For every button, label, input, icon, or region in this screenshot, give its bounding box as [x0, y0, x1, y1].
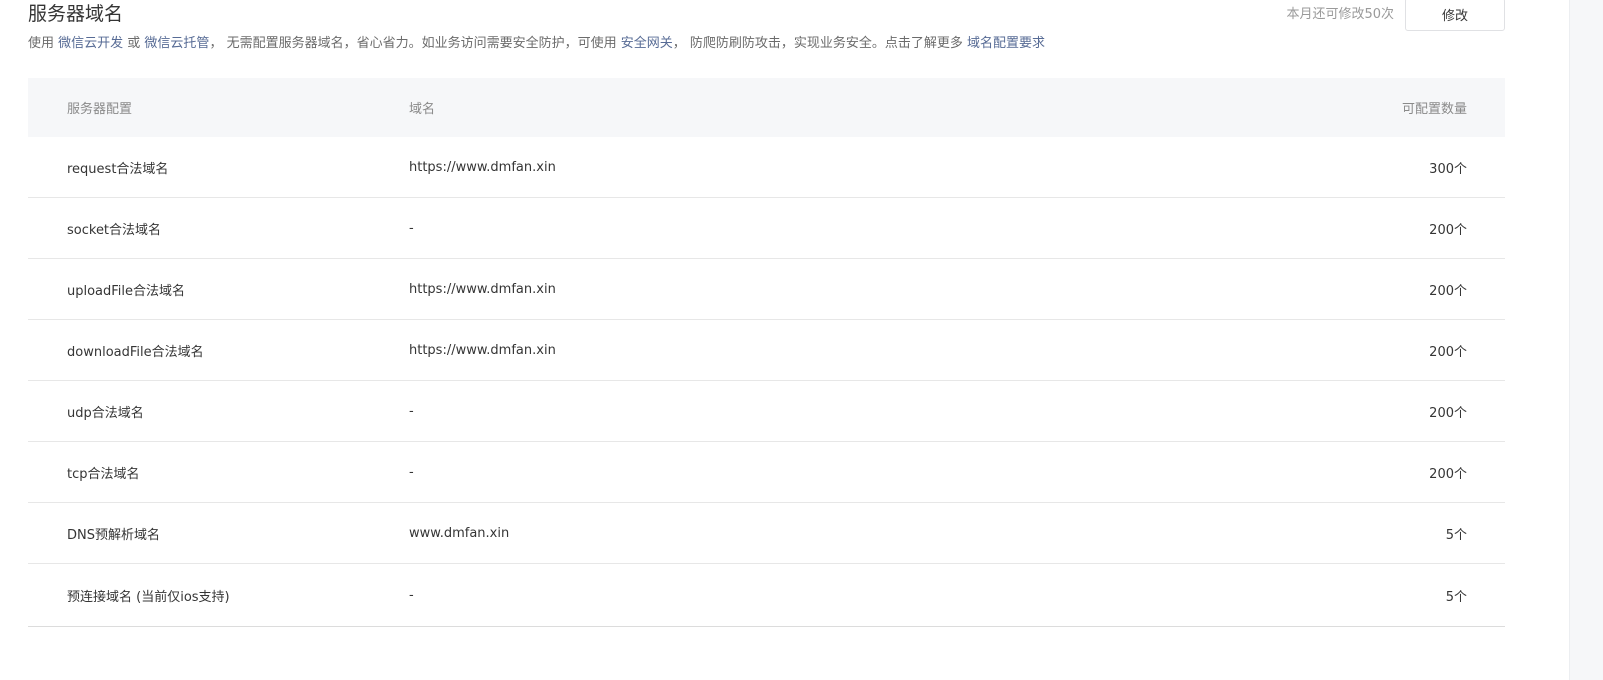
table-row: downloadFile合法域名 https://www.dmfan.xin 2…	[28, 320, 1505, 381]
row-domain-value: https://www.dmfan.xin	[409, 159, 556, 175]
server-domain-page: 服务器域名 本月还可修改50次 修改 使用 微信云开发 或 微信云托管， 无需配…	[0, 0, 1569, 680]
row-count-value: 5个	[1445, 527, 1467, 543]
table-row: DNS预解析域名 www.dmfan.xin 5个	[28, 503, 1505, 564]
row-domain-value: -	[409, 587, 414, 603]
row-domain-value: https://www.dmfan.xin	[409, 342, 556, 358]
security-gateway-link[interactable]: 安全网关	[621, 36, 673, 51]
row-count-value: 200个	[1429, 283, 1467, 299]
weixin-cloud-dev-link[interactable]: 微信云开发	[58, 36, 123, 51]
row-count-value: 5个	[1445, 589, 1467, 605]
row-config-name: tcp合法域名	[67, 466, 140, 482]
table-row: 预连接域名 (当前仅ios支持) - 5个	[28, 564, 1505, 627]
row-count-value: 300个	[1429, 161, 1467, 177]
row-count-value: 200个	[1429, 222, 1467, 238]
row-count-value: 200个	[1429, 466, 1467, 482]
column-header-config: 服务器配置	[67, 102, 133, 117]
section-title: 服务器域名	[28, 3, 124, 25]
row-config-name: downloadFile合法域名	[67, 344, 204, 360]
table-row: socket合法域名 - 200个	[28, 198, 1505, 259]
desc-or: 或	[123, 36, 145, 51]
row-config-name: DNS预解析域名	[67, 527, 160, 543]
desc-suffix: ， 防爬防刷防攻击，实现业务安全。点击了解更多	[672, 36, 967, 51]
row-config-name: socket合法域名	[67, 222, 162, 238]
modify-button[interactable]: 修改	[1405, 0, 1505, 31]
row-domain-value: -	[409, 403, 414, 419]
table-row: uploadFile合法域名 https://www.dmfan.xin 200…	[28, 259, 1505, 320]
weixin-cloud-hosting-link[interactable]: 微信云托管	[144, 36, 209, 51]
domain-requirements-link[interactable]: 域名配置要求	[967, 36, 1045, 51]
table-row: udp合法域名 - 200个	[28, 381, 1505, 442]
row-domain-value: -	[409, 464, 414, 480]
domain-table: 服务器配置 域名 可配置数量 request合法域名 https://www.d…	[28, 78, 1505, 627]
table-header: 服务器配置 域名 可配置数量	[28, 78, 1505, 137]
column-header-count: 可配置数量	[1401, 102, 1467, 117]
row-domain-value: -	[409, 220, 414, 236]
row-config-name: request合法域名	[67, 161, 169, 177]
table-row: request合法域名 https://www.dmfan.xin 300个	[28, 137, 1505, 198]
desc-middle: ， 无需配置服务器域名，省心省力。如业务访问需要安全防护，可使用	[209, 36, 621, 51]
description-text: 使用 微信云开发 或 微信云托管， 无需配置服务器域名，省心省力。如业务访问需要…	[28, 35, 1508, 53]
row-config-name: uploadFile合法域名	[67, 283, 186, 299]
modify-quota-text: 本月还可修改50次	[1286, 7, 1394, 22]
row-config-name: udp合法域名	[67, 405, 144, 421]
row-count-value: 200个	[1429, 405, 1467, 421]
desc-prefix: 使用	[28, 36, 59, 51]
row-domain-value: www.dmfan.xin	[409, 525, 510, 541]
row-config-name: 预连接域名 (当前仅ios支持)	[67, 589, 230, 605]
row-count-value: 200个	[1429, 344, 1467, 360]
row-domain-value: https://www.dmfan.xin	[409, 281, 556, 297]
column-header-domain: 域名	[409, 102, 436, 117]
table-row: tcp合法域名 - 200个	[28, 442, 1505, 503]
right-gutter-panel	[1569, 0, 1603, 680]
